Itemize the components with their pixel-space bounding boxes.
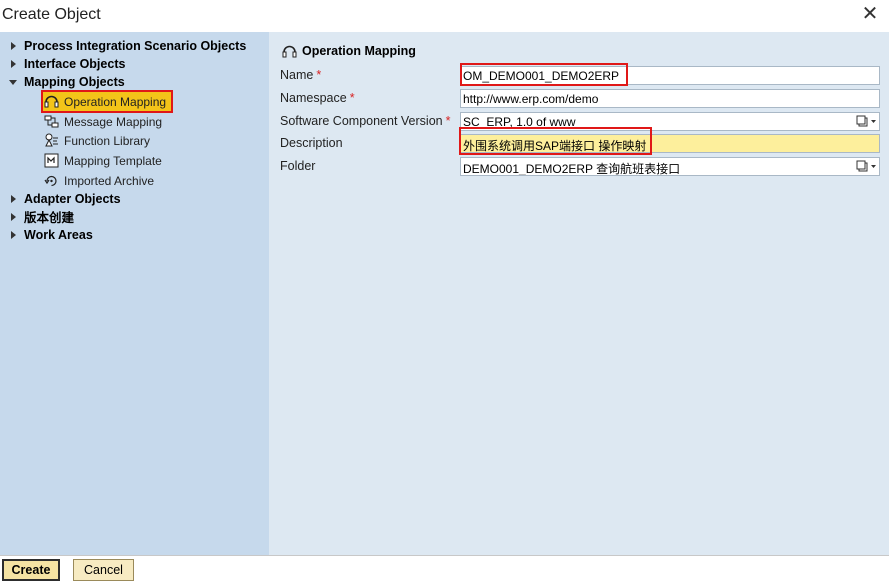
description-field[interactable]: 外围系统调用SAP端接口 操作映射 <box>460 134 880 153</box>
required-marker: * <box>349 91 355 105</box>
name-field[interactable]: OM_DEMO001_DEMO2ERP <box>460 66 880 85</box>
software-component-version-label: Software Component Version * <box>280 114 451 128</box>
message-mapping-icon <box>44 115 59 128</box>
namespace-field[interactable]: http://www.erp.com/demo <box>460 89 880 108</box>
dialog-footer: Create Cancel <box>0 555 889 582</box>
tree-node-interface-objects[interactable]: Interface Objects <box>8 55 125 72</box>
close-icon[interactable]: ✕ <box>860 4 880 24</box>
dialog-titlebar: Create Object ✕ <box>0 0 889 32</box>
required-marker: * <box>316 68 322 82</box>
description-label: Description <box>280 136 343 150</box>
tree-item-function-library[interactable]: Function Library <box>43 131 150 150</box>
section-header: Operation Mapping <box>281 42 416 60</box>
folder-field[interactable]: DEMO001_DEMO2ERP 查询航班表接口 <box>460 157 880 176</box>
chevron-right-icon[interactable] <box>8 211 20 223</box>
value-help-dropdown-icon[interactable] <box>856 114 878 129</box>
cancel-button[interactable]: Cancel <box>73 559 134 581</box>
tree-item-operation-mapping[interactable]: Operation Mapping <box>41 90 173 113</box>
namespace-label: Namespace * <box>280 91 355 105</box>
function-library-icon <box>45 133 58 147</box>
tree-node-process-integration[interactable]: Process Integration Scenario Objects <box>8 37 246 54</box>
software-component-version-field[interactable]: SC_ERP, 1.0 of www <box>460 112 880 131</box>
tree-node-work-areas[interactable]: Work Areas <box>8 226 93 243</box>
tree-node-adapter-objects[interactable]: Adapter Objects <box>8 190 121 207</box>
mapping-template-icon <box>44 153 59 168</box>
tree-node-mapping-objects[interactable]: Mapping Objects <box>8 73 125 90</box>
folder-label: Folder <box>280 159 316 173</box>
chevron-down-icon[interactable] <box>8 76 20 88</box>
tree-item-mapping-template[interactable]: Mapping Template <box>43 151 162 170</box>
object-details-panel <box>269 32 889 555</box>
operation-mapping-icon <box>44 95 59 108</box>
required-marker: * <box>445 114 451 128</box>
create-button[interactable]: Create <box>2 559 60 581</box>
chevron-right-icon[interactable] <box>8 229 20 241</box>
section-title: Operation Mapping <box>302 44 416 58</box>
chevron-right-icon[interactable] <box>8 58 20 70</box>
value-help-dropdown-icon[interactable] <box>856 159 878 174</box>
tree-node-version-creation[interactable]: 版本创建 <box>8 208 74 225</box>
name-label: Name * <box>280 68 322 82</box>
chevron-right-icon[interactable] <box>8 193 20 205</box>
tree-item-message-mapping[interactable]: Message Mapping <box>43 112 162 131</box>
dialog-title: Create Object <box>2 6 101 23</box>
tree-item-imported-archive[interactable]: Imported Archive <box>43 171 154 190</box>
operation-mapping-icon <box>282 45 297 57</box>
chevron-right-icon[interactable] <box>8 40 20 52</box>
imported-archive-icon <box>44 175 57 187</box>
